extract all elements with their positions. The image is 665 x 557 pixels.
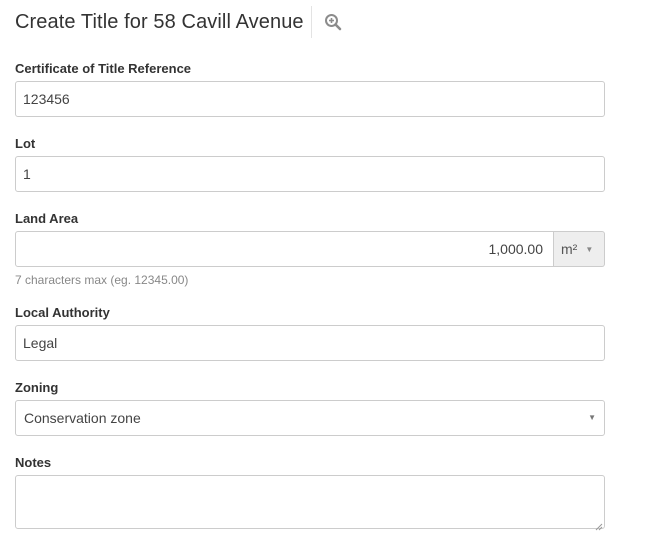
land-area-help-text: 7 characters max (eg. 12345.00): [15, 273, 189, 287]
certificate-field-group: Certificate of Title Reference 123456: [15, 61, 605, 117]
land-area-input-group: 1,000.00 m² ▼: [15, 231, 605, 267]
notes-textarea[interactable]: [15, 475, 605, 529]
resize-grip-icon[interactable]: [594, 518, 603, 531]
local-authority-input[interactable]: Legal: [15, 325, 605, 361]
zoning-field-group: Zoning Conservation zone ▼: [15, 380, 605, 436]
header-divider: [310, 6, 312, 38]
certificate-label: Certificate of Title Reference: [15, 61, 192, 76]
unit-select[interactable]: m² ▼: [554, 231, 605, 267]
create-title-form-page: Create Title for 58 Cavill Avenue Certif…: [0, 0, 665, 557]
local-authority-label: Local Authority: [15, 305, 110, 320]
certificate-input[interactable]: 123456: [15, 81, 605, 117]
land-area-input[interactable]: 1,000.00: [15, 231, 554, 267]
unit-value: m²: [561, 241, 578, 257]
lot-label: Lot: [15, 136, 36, 151]
chevron-down-icon: ▼: [588, 413, 596, 422]
notes-label: Notes: [15, 455, 52, 470]
page-title: Create Title for 58 Cavill Avenue: [15, 10, 304, 33]
land-area-field-group: Land Area 1,000.00 m² ▼ 7 characters max…: [15, 211, 605, 287]
zoning-label: Zoning: [15, 380, 59, 395]
lot-field-group: Lot 1: [15, 136, 605, 192]
page-header: Create Title for 58 Cavill Avenue: [15, 6, 345, 38]
land-area-label: Land Area: [15, 211, 79, 226]
zoning-select[interactable]: Conservation zone ▼: [15, 400, 605, 436]
notes-field-group: Notes: [15, 455, 605, 531]
zoning-selected-value: Conservation zone: [24, 410, 141, 426]
zoom-in-icon[interactable]: [321, 10, 345, 34]
local-authority-field-group: Local Authority Legal: [15, 305, 605, 361]
unit-caret-icon: ▼: [585, 244, 594, 254]
lot-input[interactable]: 1: [15, 156, 605, 192]
